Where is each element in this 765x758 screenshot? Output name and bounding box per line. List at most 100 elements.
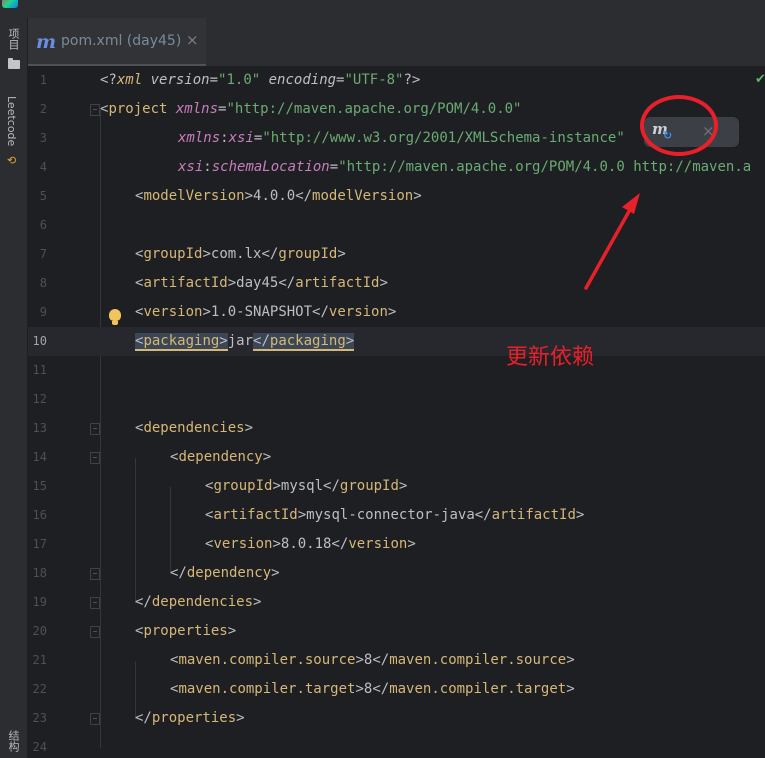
tool-window-structure[interactable]: 结构	[5, 730, 21, 752]
bracket: >	[337, 246, 346, 262]
line-number: 13	[32, 421, 47, 435]
bracket: </	[312, 304, 329, 320]
bracket: >	[253, 594, 262, 610]
code-text: <dependencies>	[135, 414, 253, 443]
bracket: >	[575, 507, 585, 523]
tag-name: version	[328, 304, 388, 320]
bracket: >	[566, 652, 575, 668]
folder-icon[interactable]	[8, 58, 20, 69]
tag-name: artifactId	[491, 507, 576, 523]
code-text: <artifactId>day45</artifactId>	[135, 269, 388, 298]
xml-decl-close: ?>	[403, 72, 421, 88]
attr-name: xmlns	[167, 101, 219, 117]
code-text: <modelVersion>4.0.0</modelVersion>	[135, 182, 422, 211]
line-number: 11	[32, 363, 47, 377]
tag-name: packaging	[143, 333, 220, 349]
lightbulb-icon[interactable]	[109, 309, 121, 325]
bracket: >	[345, 333, 355, 349]
tool-window-leetcode[interactable]: Leetcode	[5, 96, 18, 146]
code-line: 15 <groupId>mysql</groupId>	[28, 472, 765, 501]
attr-name: xsi	[228, 130, 254, 146]
bracket: >	[398, 478, 408, 494]
bracket: >	[566, 681, 575, 697]
tag-name: modelVersion	[312, 188, 414, 204]
tag-text: 4.0.0	[253, 188, 296, 204]
line-number: 7	[39, 247, 47, 261]
bracket: >	[387, 304, 397, 320]
bracket: >	[219, 333, 228, 349]
code-line: 18 </dependency>	[28, 559, 765, 588]
attr-value: "http://maven.apache.org/POM/4.0.0"	[226, 101, 522, 117]
bracket: </	[372, 681, 390, 697]
line-number: 9	[39, 305, 47, 319]
line-number: 6	[39, 218, 47, 232]
fold-toggle-icon[interactable]	[90, 597, 100, 609]
tag-name: groupId	[339, 478, 399, 494]
fold-toggle-icon[interactable]	[90, 452, 100, 464]
line-number: 10	[32, 334, 47, 348]
code-line: 16 <artifactId>mysql-connector-java</art…	[28, 501, 765, 530]
fold-toggle-icon[interactable]	[90, 568, 100, 580]
tag-name: version	[348, 536, 408, 552]
attr-name: version	[142, 72, 210, 88]
equals: =	[209, 72, 219, 88]
tag-name: version	[213, 536, 273, 552]
attr-name: schemaLocation	[211, 159, 330, 175]
code-text: <version>1.0-SNAPSHOT</version>	[135, 298, 396, 327]
line-number: 15	[32, 479, 47, 493]
bracket: </	[474, 507, 492, 523]
bracket: >	[355, 652, 364, 668]
bracket: </	[253, 333, 270, 349]
tag-text: day45	[236, 275, 279, 291]
tool-window-project[interactable]: 项目	[5, 28, 21, 50]
code-line: 11	[28, 356, 765, 385]
attr-value: "http://maven.apache.org/POM/4.0.0 http:…	[338, 159, 752, 175]
code-text: <version>8.0.18</version>	[205, 530, 416, 559]
tab-close-icon[interactable]: ×	[186, 31, 199, 49]
line-number: 14	[32, 450, 47, 464]
bracket: </	[170, 565, 187, 581]
leetcode-icon[interactable]: ⟲	[7, 154, 16, 167]
app-logo-icon	[2, 0, 18, 8]
fold-toggle-icon[interactable]	[90, 713, 100, 725]
code-text: </dependencies>	[135, 588, 261, 617]
bracket: </	[278, 275, 296, 291]
attr-name: encoding	[260, 72, 337, 88]
code-line: 17 <version>8.0.18</version>	[28, 530, 765, 559]
line-number: 21	[32, 653, 47, 667]
line-number: 2	[39, 102, 47, 116]
code-editor[interactable]: 1 <?xml version="1.0" encoding="UTF-8"?>…	[28, 66, 765, 758]
tag-name: maven.compiler.source	[178, 652, 356, 668]
line-number: 17	[32, 537, 47, 551]
line-number: 4	[39, 160, 47, 174]
attr-ns: xmlns	[178, 130, 221, 146]
code-line: 6	[28, 211, 765, 240]
bracket: >	[379, 275, 388, 291]
fold-toggle-icon[interactable]	[90, 104, 100, 116]
code-text: xmlns:xsi="http://www.w3.org/2001/XMLSch…	[178, 124, 625, 153]
tag-text: jar	[227, 333, 254, 349]
code-line: 7 <groupId>com.lx</groupId>	[28, 240, 765, 269]
fold-toggle-icon[interactable]	[90, 626, 100, 638]
bracket: >	[202, 304, 211, 320]
tag-text: com.lx	[210, 246, 262, 262]
code-text: </dependency>	[170, 559, 280, 588]
bracket: >	[271, 565, 280, 581]
xml-decl-open: <?	[100, 72, 117, 88]
code-line: 5 <modelVersion>4.0.0</modelVersion>	[28, 182, 765, 211]
tag-name: packaging	[269, 333, 346, 349]
code-text: <?xml version="1.0" encoding="UTF-8"?>	[100, 66, 420, 95]
line-number: 16	[32, 508, 47, 522]
code-text: <groupId>com.lx</groupId>	[135, 240, 346, 269]
matched-close-tag: </packaging>	[253, 333, 355, 351]
tag-name: dependencies	[143, 420, 245, 436]
colon: :	[203, 159, 212, 175]
editor-tab-bar: m pom.xml (day45) ×	[28, 18, 765, 66]
line-number: 23	[32, 711, 47, 725]
tab-pom-xml[interactable]: m pom.xml (day45) ×	[28, 18, 206, 66]
code-text: <packaging>jar</packaging>	[135, 327, 355, 356]
code-line-current: 10 <packaging>jar</packaging>	[28, 327, 765, 356]
tag-text: 1.0-SNAPSHOT	[210, 304, 313, 320]
fold-toggle-icon[interactable]	[90, 423, 100, 435]
code-line: 19 </dependencies>	[28, 588, 765, 617]
